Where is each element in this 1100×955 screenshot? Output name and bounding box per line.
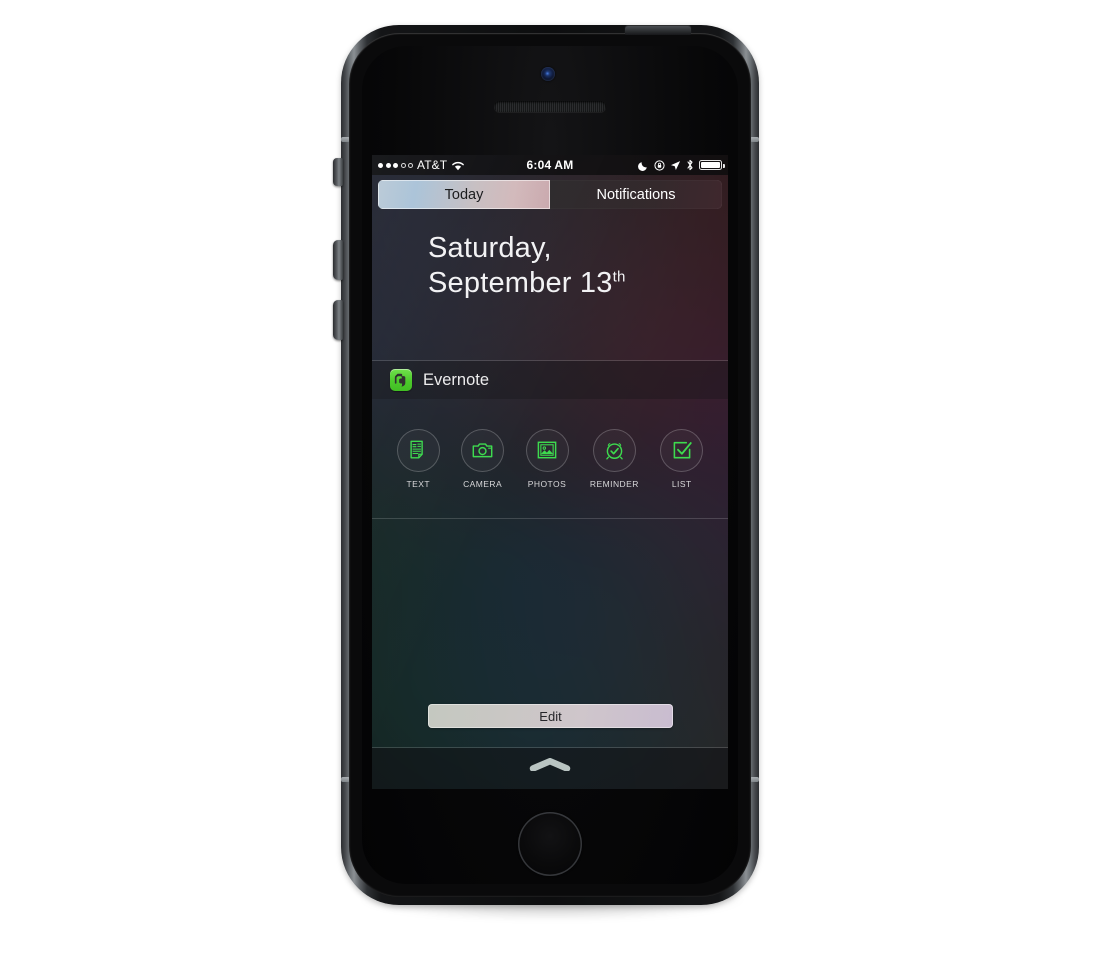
status-bar-right bbox=[638, 159, 725, 171]
widget-header-evernote[interactable]: Evernote bbox=[372, 361, 728, 399]
action-reminder[interactable]: REMINDER bbox=[590, 429, 639, 489]
front-camera-icon bbox=[541, 67, 555, 81]
tab-notifications[interactable]: Notifications bbox=[550, 180, 722, 209]
action-camera[interactable]: CAMERA bbox=[461, 429, 504, 489]
date-line-2: September 13th bbox=[428, 266, 728, 301]
date-ordinal-suffix: th bbox=[612, 268, 626, 286]
photos-icon bbox=[536, 439, 558, 461]
status-bar-left: AT&T bbox=[378, 158, 465, 172]
action-photos-ring bbox=[526, 429, 569, 472]
date-line-1: Saturday, bbox=[428, 232, 552, 264]
action-text-label: TEXT bbox=[406, 478, 430, 489]
signal-strength-icon bbox=[378, 162, 413, 168]
action-text-ring bbox=[397, 429, 440, 472]
grabber-area[interactable] bbox=[372, 748, 728, 789]
edit-button[interactable]: Edit bbox=[428, 704, 673, 728]
action-photos-label: PHOTOS bbox=[527, 478, 567, 489]
screenshot-stage: AT&T 6:04 AM Today Notifications Saturda… bbox=[0, 0, 1100, 955]
edit-section: Edit bbox=[372, 519, 728, 745]
action-list-label: LIST bbox=[671, 478, 692, 489]
mute-switch[interactable] bbox=[333, 158, 343, 186]
wifi-icon bbox=[451, 160, 465, 171]
phone-screen: AT&T 6:04 AM Today Notifications Saturda… bbox=[372, 155, 728, 789]
date-header: Saturday, September 13th bbox=[372, 217, 728, 312]
volume-down-button[interactable] bbox=[333, 300, 343, 340]
camera-icon bbox=[471, 439, 494, 462]
carrier-label: AT&T bbox=[417, 158, 448, 172]
action-camera-label: CAMERA bbox=[463, 478, 503, 489]
checklist-icon bbox=[671, 439, 693, 461]
action-list[interactable]: LIST bbox=[660, 429, 703, 489]
rotation-lock-icon bbox=[654, 159, 665, 171]
action-reminder-label: REMINDER bbox=[589, 478, 639, 489]
status-bar: AT&T 6:04 AM bbox=[372, 155, 728, 175]
battery-icon bbox=[699, 160, 725, 170]
action-reminder-ring bbox=[593, 429, 636, 472]
segmented-control-wrapper: Today Notifications bbox=[372, 175, 728, 215]
reminder-alarm-icon bbox=[603, 439, 626, 462]
earpiece-speaker bbox=[494, 101, 606, 112]
text-note-icon bbox=[407, 439, 429, 461]
tab-today[interactable]: Today bbox=[378, 180, 550, 209]
action-list-ring bbox=[660, 429, 703, 472]
volume-up-button[interactable] bbox=[333, 240, 343, 280]
segmented-control[interactable]: Today Notifications bbox=[378, 180, 722, 209]
date-month-day: September 13 bbox=[428, 267, 613, 300]
widget-title: Evernote bbox=[423, 370, 490, 389]
evernote-icon bbox=[390, 369, 412, 391]
do-not-disturb-icon bbox=[638, 160, 649, 171]
power-button[interactable] bbox=[625, 26, 691, 35]
widget-action-row: TEXT CAMERA PHOTOS REMINDER LIST bbox=[372, 399, 728, 518]
antenna-band-right-bottom bbox=[750, 777, 759, 782]
grabber-chevron-up-icon[interactable] bbox=[529, 757, 571, 776]
action-text[interactable]: TEXT bbox=[397, 429, 440, 489]
bluetooth-icon bbox=[686, 159, 694, 171]
home-button[interactable] bbox=[518, 812, 582, 876]
action-camera-ring bbox=[461, 429, 504, 472]
location-arrow-icon bbox=[670, 160, 681, 171]
action-photos[interactable]: PHOTOS bbox=[526, 429, 569, 489]
antenna-band-right-top bbox=[750, 137, 759, 142]
